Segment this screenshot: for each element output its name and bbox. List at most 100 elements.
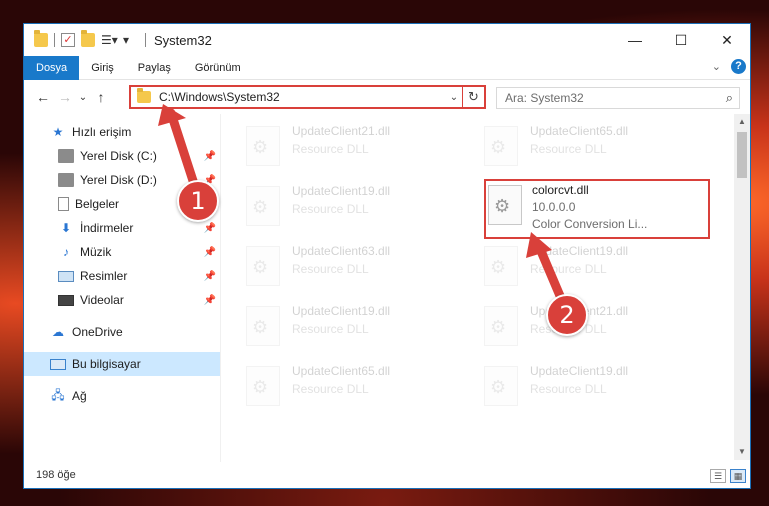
file-item[interactable]: UpdateClient21.dll Resource DLL: [242, 120, 472, 170]
sidebar-item-local-disk-d[interactable]: Yerel Disk (D:) 📌: [24, 168, 220, 192]
scrollbar-thumb[interactable]: [737, 132, 747, 178]
toolbar-divider: [145, 33, 146, 47]
view-toggle: ☰ ▦: [710, 469, 746, 483]
sidebar-item-local-disk-c[interactable]: Yerel Disk (C:) 📌: [24, 144, 220, 168]
file-name: UpdateClient63.dll: [292, 244, 391, 258]
search-icon[interactable]: ⌕: [726, 90, 733, 106]
close-button[interactable]: ✕: [704, 24, 750, 56]
window-controls: — ☐ ✕: [612, 24, 750, 56]
drive-icon: [58, 173, 74, 187]
sidebar-item-label: Hızlı erişim: [72, 125, 132, 139]
file-item[interactable]: UpdateClient65.dll Resource DLL: [242, 360, 472, 410]
chevron-down-icon[interactable]: ▾: [123, 33, 139, 47]
sidebar-item-downloads[interactable]: ⬇ İndirmeler 📌: [24, 216, 220, 240]
status-bar: 198 öğe ☰ ▦: [24, 462, 750, 488]
details-view-icon[interactable]: ☰: [710, 469, 726, 483]
file-type: Resource DLL: [530, 142, 607, 156]
sidebar-item-label: Müzik: [80, 245, 112, 259]
sidebar-item-label: Belgeler: [75, 197, 120, 211]
sidebar-item-network[interactable]: 🖧 Ağ: [24, 384, 220, 408]
drive-icon: [58, 149, 74, 163]
address-path[interactable]: C:\Windows\System32: [159, 90, 446, 104]
sidebar-item-this-pc[interactable]: Bu bilgisayar: [24, 352, 220, 376]
tab-share[interactable]: Paylaş: [126, 56, 183, 80]
file-item[interactable]: UpdateClient63.dll Resource DLL: [242, 240, 472, 290]
file-type: Resource DLL: [530, 382, 607, 396]
pin-icon[interactable]: 📌: [204, 175, 216, 186]
dll-file-icon: [484, 366, 518, 406]
sidebar-item-music[interactable]: ♪ Müzik 📌: [24, 240, 220, 264]
properties-check-icon[interactable]: ✓: [61, 33, 75, 47]
pin-icon[interactable]: 📌: [204, 151, 216, 162]
customize-toolbar-icon[interactable]: ☰▾: [101, 33, 118, 47]
sidebar-item-label: Yerel Disk (D:): [80, 173, 157, 187]
file-name: UpdateClient21.dll: [292, 124, 391, 138]
sidebar-item-quick-access[interactable]: ★ Hızlı erişim: [24, 120, 220, 144]
folder-icon: [137, 88, 151, 103]
sidebar-item-pictures[interactable]: Resimler 📌: [24, 264, 220, 288]
folder-icon: [34, 30, 48, 47]
up-arrow-icon[interactable]: ↑: [90, 89, 112, 105]
file-item[interactable]: UpdateClient19.dll Resource DLL: [480, 360, 710, 410]
help-icon[interactable]: ?: [731, 59, 746, 74]
navigation-pane: ★ Hızlı erişim Yerel Disk (C:) 📌 Yerel D…: [24, 120, 220, 460]
recent-locations-chevron-icon[interactable]: ⌄: [76, 92, 90, 103]
pin-icon[interactable]: 📌: [204, 199, 216, 210]
file-item[interactable]: UpdateClient65.dll Resource DLL: [480, 120, 710, 170]
pin-icon[interactable]: 📌: [204, 247, 216, 258]
music-icon: ♪: [63, 245, 69, 259]
address-dropdown-chevron-icon[interactable]: ⌄: [446, 92, 462, 103]
sidebar-item-label: Bu bilgisayar: [72, 357, 141, 371]
address-bar[interactable]: C:\Windows\System32 ⌄ ↻: [129, 85, 486, 109]
videos-icon: [58, 294, 74, 306]
file-item[interactable]: UpdateClient19.dll Resource DLL: [242, 180, 472, 230]
back-arrow-icon[interactable]: ←: [32, 89, 54, 105]
ribbon-tabs: Dosya Giriş Paylaş Görünüm ⌄ ?: [24, 55, 750, 80]
pictures-icon: [58, 270, 74, 282]
large-icons-view-icon[interactable]: ▦: [730, 469, 746, 483]
title-bar: ✓ ☰▾ ▾ System32 — ☐ ✕: [24, 24, 750, 56]
document-icon: [58, 197, 69, 211]
scroll-down-arrow-icon[interactable]: ▼: [734, 444, 750, 460]
file-item[interactable]: UpdateClient19.dll Resource DLL: [242, 300, 472, 350]
toolbar-divider: [54, 33, 55, 47]
sidebar-item-onedrive[interactable]: ☁ OneDrive: [24, 320, 220, 344]
new-folder-icon[interactable]: [81, 30, 95, 47]
dll-file-icon: [484, 306, 518, 346]
vertical-scrollbar[interactable]: ▲ ▼: [734, 114, 750, 460]
file-item[interactable]: UpdateClient19.dll Resource DLL: [480, 240, 710, 290]
expand-ribbon-chevron-icon[interactable]: ⌄: [712, 60, 721, 73]
ribbon-right-controls: ⌄ ?: [712, 59, 746, 74]
pin-icon[interactable]: 📌: [204, 271, 216, 282]
tab-home[interactable]: Giriş: [79, 56, 126, 80]
tab-view[interactable]: Görünüm: [183, 56, 253, 80]
sidebar-item-label: Videolar: [80, 293, 124, 307]
file-type: Color Conversion Li...: [532, 217, 648, 231]
scroll-up-arrow-icon[interactable]: ▲: [734, 114, 750, 130]
minimize-button[interactable]: —: [612, 24, 658, 56]
file-item[interactable]: UpdateClient21.dll Resource DLL: [480, 300, 710, 350]
refresh-icon[interactable]: ↻: [462, 87, 484, 107]
pane-divider[interactable]: [220, 114, 221, 462]
dll-file-icon: [484, 246, 518, 286]
file-item-colorcvt[interactable]: colorcvt.dll 10.0.0.0 Color Conversion L…: [484, 179, 710, 239]
maximize-button[interactable]: ☐: [658, 24, 704, 56]
pin-icon[interactable]: 📌: [204, 223, 216, 234]
file-type: Resource DLL: [530, 262, 607, 276]
star-icon: ★: [52, 125, 64, 139]
search-box[interactable]: Ara: System32 ⌕: [496, 87, 740, 109]
pin-icon[interactable]: 📌: [204, 295, 216, 306]
file-name: UpdateClient19.dll: [292, 304, 391, 318]
forward-arrow-icon[interactable]: →: [54, 89, 76, 105]
window-title: System32: [154, 32, 212, 48]
tab-file[interactable]: Dosya: [24, 55, 80, 80]
sidebar-item-label: OneDrive: [72, 325, 123, 339]
sidebar-item-label: Resimler: [80, 269, 128, 283]
item-count: 198 öğe: [36, 469, 76, 481]
dll-file-icon: [246, 246, 280, 286]
sidebar-item-videos[interactable]: Videolar 📌: [24, 288, 220, 312]
sidebar-item-documents[interactable]: Belgeler 📌: [24, 192, 220, 216]
file-type: Resource DLL: [530, 322, 607, 336]
file-name: UpdateClient19.dll: [530, 364, 629, 378]
network-icon: 🖧: [51, 387, 65, 402]
